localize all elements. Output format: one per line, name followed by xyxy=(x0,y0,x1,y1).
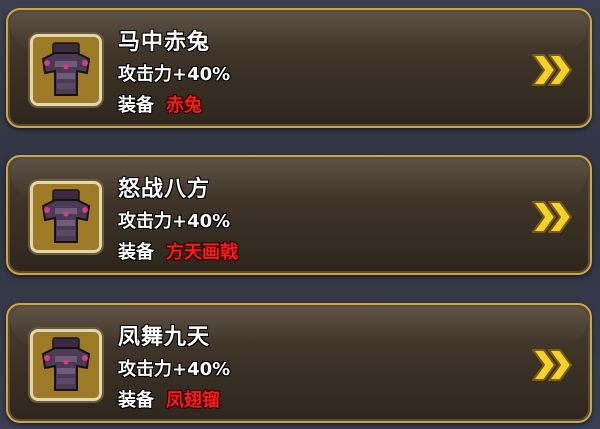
card-title: 怒战八方 xyxy=(118,177,211,202)
card-stat: 攻击力+40% xyxy=(118,64,231,85)
armor-icon xyxy=(30,34,102,106)
card-stat: 攻击力+40% xyxy=(118,359,231,380)
skill-card[interactable]: 马中赤兔 攻击力+40% 装备 赤兔 xyxy=(6,8,592,128)
armor-icon xyxy=(30,181,102,253)
card-title: 凤舞九天 xyxy=(118,325,211,350)
equip-row: 装备 凤翅镏 xyxy=(118,386,220,412)
double-chevron-right-icon[interactable] xyxy=(530,52,574,88)
double-chevron-right-icon[interactable] xyxy=(530,347,574,383)
skill-card[interactable]: 凤舞九天 攻击力+40% 装备 凤翅镏 xyxy=(6,303,592,423)
double-chevron-right-icon[interactable] xyxy=(530,199,574,235)
card-stat: 攻击力+40% xyxy=(118,211,231,232)
equip-label: 装备 xyxy=(118,390,154,411)
equip-row: 装备 赤兔 xyxy=(118,91,202,117)
card-title: 马中赤兔 xyxy=(118,30,211,55)
equip-label: 装备 xyxy=(118,242,154,263)
equip-value: 方天画戟 xyxy=(166,242,238,263)
equip-label: 装备 xyxy=(118,95,154,116)
skill-card[interactable]: 怒战八方 攻击力+40% 装备 方天画戟 xyxy=(6,155,592,275)
armor-icon xyxy=(30,329,102,401)
equip-value: 凤翅镏 xyxy=(166,390,220,411)
equip-row: 装备 方天画戟 xyxy=(118,238,238,264)
equip-value: 赤兔 xyxy=(166,95,202,116)
